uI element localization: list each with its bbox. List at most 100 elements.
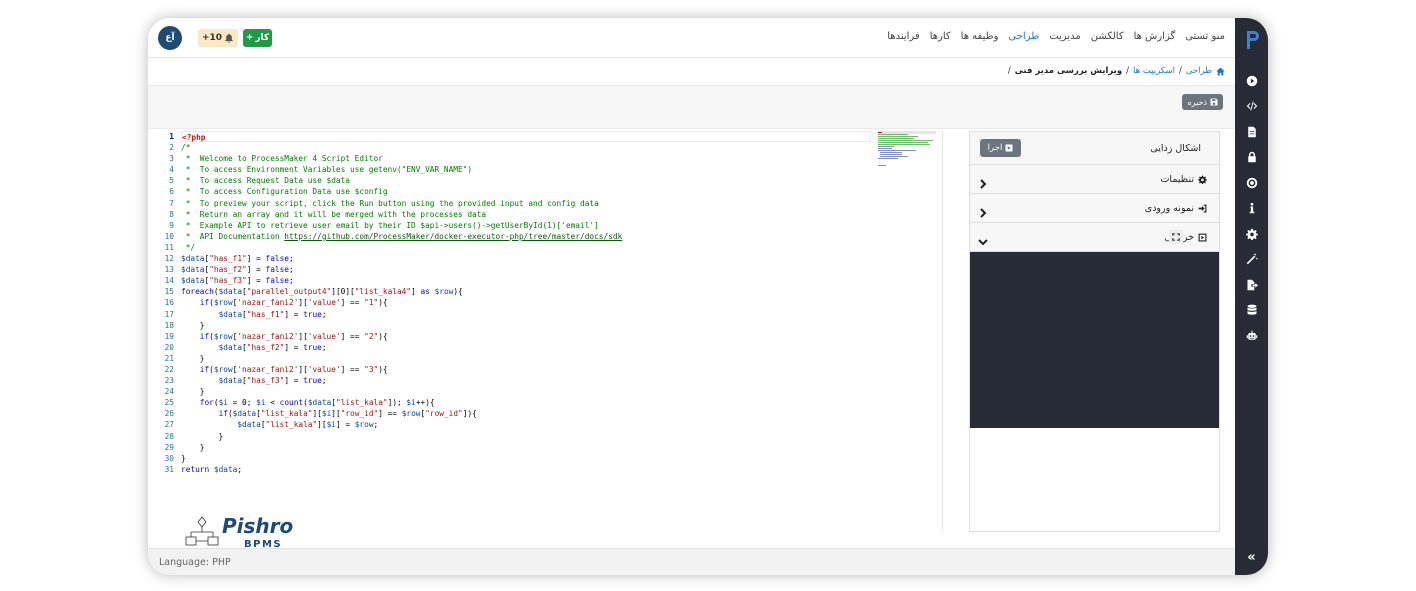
code-line[interactable]: * Example API to retrieve user email by … xyxy=(181,220,871,231)
floppy-disk-icon xyxy=(1210,98,1218,106)
file-icon xyxy=(1247,126,1256,137)
sidebar-item-run[interactable] xyxy=(1235,68,1268,94)
sidebar-item-bots[interactable] xyxy=(1235,323,1268,349)
nav-admin[interactable]: مدیریت xyxy=(1049,31,1081,42)
line-number: 11 xyxy=(164,242,174,252)
code-line[interactable]: * API Documentation https://github.com/P… xyxy=(181,231,871,242)
settings-accordion[interactable]: تنظیمات xyxy=(970,165,1219,194)
code-line[interactable]: */ xyxy=(181,242,871,253)
code-line[interactable]: if($row['nazar_fani2']['value'] == "1"){ xyxy=(181,297,871,308)
nav-designer[interactable]: طراحی xyxy=(1008,31,1039,42)
sidebar-item-magic[interactable] xyxy=(1235,247,1268,273)
gear-icon xyxy=(1245,228,1258,240)
nav-test-menu[interactable]: منو تستی xyxy=(1185,31,1225,42)
info-icon xyxy=(1249,203,1254,214)
breadcrumb: طراحی / اسکریپت ها / ویرایش بررسی مدیر ف… xyxy=(1008,66,1225,76)
line-number: 13 xyxy=(164,265,174,275)
code-line[interactable]: } xyxy=(181,320,871,331)
code-line[interactable]: $data["list_kala"][$i] = $row; xyxy=(181,419,871,430)
breadcrumb-designer[interactable]: طراحی xyxy=(1186,66,1212,76)
gear-icon xyxy=(1198,175,1207,184)
line-number: 22 xyxy=(164,364,174,374)
code-line[interactable]: } xyxy=(181,353,871,364)
breadcrumb-separator: / xyxy=(1126,66,1130,76)
sidebar-item-documents[interactable] xyxy=(1235,119,1268,145)
line-number: 8 xyxy=(169,209,174,219)
sidebar-item-info[interactable] xyxy=(1235,196,1268,222)
settings-accordion-label: تنظیمات xyxy=(1160,174,1207,185)
nav-processes[interactable]: فرایندها xyxy=(887,31,919,42)
code-line[interactable]: $data["has_f1"] = false; xyxy=(181,253,871,264)
code-line[interactable]: <?php xyxy=(181,131,871,143)
line-number: 15 xyxy=(164,287,174,297)
code-line[interactable]: for($i = 0; $i < count($data["list_kala"… xyxy=(181,397,871,408)
code-line[interactable]: $data["has_f3"] = false; xyxy=(181,275,871,286)
code-line[interactable]: } xyxy=(181,442,871,453)
pishro-bpms-logo: Pishro BPMS xyxy=(185,514,294,550)
plus-icon: + xyxy=(245,33,254,43)
code-line[interactable]: return $data; xyxy=(181,464,871,475)
nav-collections[interactable]: کالکشن xyxy=(1091,31,1124,42)
editor-minimap[interactable] xyxy=(878,131,936,171)
play-square-icon xyxy=(1005,144,1013,152)
home-icon[interactable] xyxy=(1216,67,1225,76)
nav-reports[interactable]: گزارش ها xyxy=(1134,31,1176,42)
code-editor[interactable]: 1 2 3 4 5 6 7 8 9 10 11 12 13 14 15 16 17 18 19 20 21 22 23 24 2… xyxy=(156,131,943,531)
sidebar-item-database[interactable] xyxy=(1235,298,1268,324)
expand-icon xyxy=(1172,233,1180,241)
line-number: 6 xyxy=(169,187,174,197)
run-label: اجرا xyxy=(987,143,1003,153)
sidebar-item-export[interactable] xyxy=(1235,272,1268,298)
code-line[interactable]: * Return an array and it will be merged … xyxy=(181,209,871,220)
code-line[interactable]: } xyxy=(181,386,871,397)
code-line[interactable]: * To access Request Data use $data xyxy=(181,175,871,186)
code-area[interactable]: <?php/* * Welcome to ProcessMaker 4 Scri… xyxy=(181,131,871,475)
code-line[interactable]: * To preview your script, click the Run … xyxy=(181,198,871,209)
line-number: 23 xyxy=(164,376,174,386)
sidebar-item-settings[interactable] xyxy=(1235,221,1268,247)
nav-assignments[interactable]: وظیفه ها xyxy=(961,31,999,42)
code-line[interactable]: * To access Configuration Data use $conf… xyxy=(181,186,871,197)
play-circle-icon xyxy=(1246,75,1257,86)
code-line[interactable]: /* xyxy=(181,142,871,153)
code-line[interactable]: $data["has_f3"] = true; xyxy=(181,375,871,386)
notifications-button[interactable]: +10 xyxy=(198,29,238,47)
logo-icon[interactable] xyxy=(1244,30,1260,50)
line-number: 10 xyxy=(164,231,174,241)
save-label: ذخیره xyxy=(1187,97,1207,107)
line-number: 5 xyxy=(169,176,174,186)
code-line[interactable]: foreach($data["parallel_output4"][0]["li… xyxy=(181,286,871,297)
code-line[interactable]: } xyxy=(181,453,871,464)
code-line[interactable]: if($data["list_kala"][$i]["row_id"] == $… xyxy=(181,408,871,419)
output-accordion[interactable]: خروجی xyxy=(970,223,1219,252)
line-number: 18 xyxy=(164,320,174,330)
save-button[interactable]: ذخیره xyxy=(1182,94,1223,110)
expand-output-button[interactable] xyxy=(1169,230,1183,244)
add-task-button[interactable]: + کار xyxy=(243,29,272,47)
sample-input-accordion[interactable]: نمونه ورودی xyxy=(970,194,1219,223)
debug-header: اشکال زدایی اجرا xyxy=(970,132,1219,165)
breadcrumb-scripts[interactable]: اسکریپت ها xyxy=(1133,66,1175,76)
code-line[interactable]: if($row['nazar_fani2']['value'] == "2"){ xyxy=(181,331,871,342)
sidebar-item-security[interactable] xyxy=(1235,145,1268,171)
nav-tasks[interactable]: کارها xyxy=(930,31,951,42)
code-line[interactable]: if($row['nazar_fani2']['value'] == "3"){ xyxy=(181,364,871,375)
sidebar-item-target[interactable] xyxy=(1235,170,1268,196)
code-line[interactable]: * To access Environment Variables use ge… xyxy=(181,164,871,175)
user-avatar[interactable]: آع xyxy=(158,26,182,50)
code-line[interactable]: $data["has_f2"] = true; xyxy=(181,342,871,353)
magic-wand-icon xyxy=(1246,253,1258,265)
line-number: 7 xyxy=(169,198,174,208)
code-line[interactable]: * Welcome to ProcessMaker 4 Script Edito… xyxy=(181,153,871,164)
code-line[interactable]: $data["has_f1"] = true; xyxy=(181,309,871,320)
code-line[interactable]: $data["has_f2"] = false; xyxy=(181,264,871,275)
line-number: 24 xyxy=(164,387,174,397)
line-number: 27 xyxy=(164,420,174,430)
chevron-down-icon xyxy=(978,232,988,246)
sidebar-item-code[interactable] xyxy=(1235,94,1268,120)
code-line[interactable]: } xyxy=(181,431,871,442)
collapse-sidebar-icon[interactable]: « xyxy=(1235,549,1268,565)
line-number: 19 xyxy=(164,331,174,341)
line-numbers: 1 2 3 4 5 6 7 8 9 10 11 12 13 14 15 16 17 18 19 20 21 22 23 24 2… xyxy=(156,131,174,475)
run-button[interactable]: اجرا xyxy=(980,139,1021,157)
